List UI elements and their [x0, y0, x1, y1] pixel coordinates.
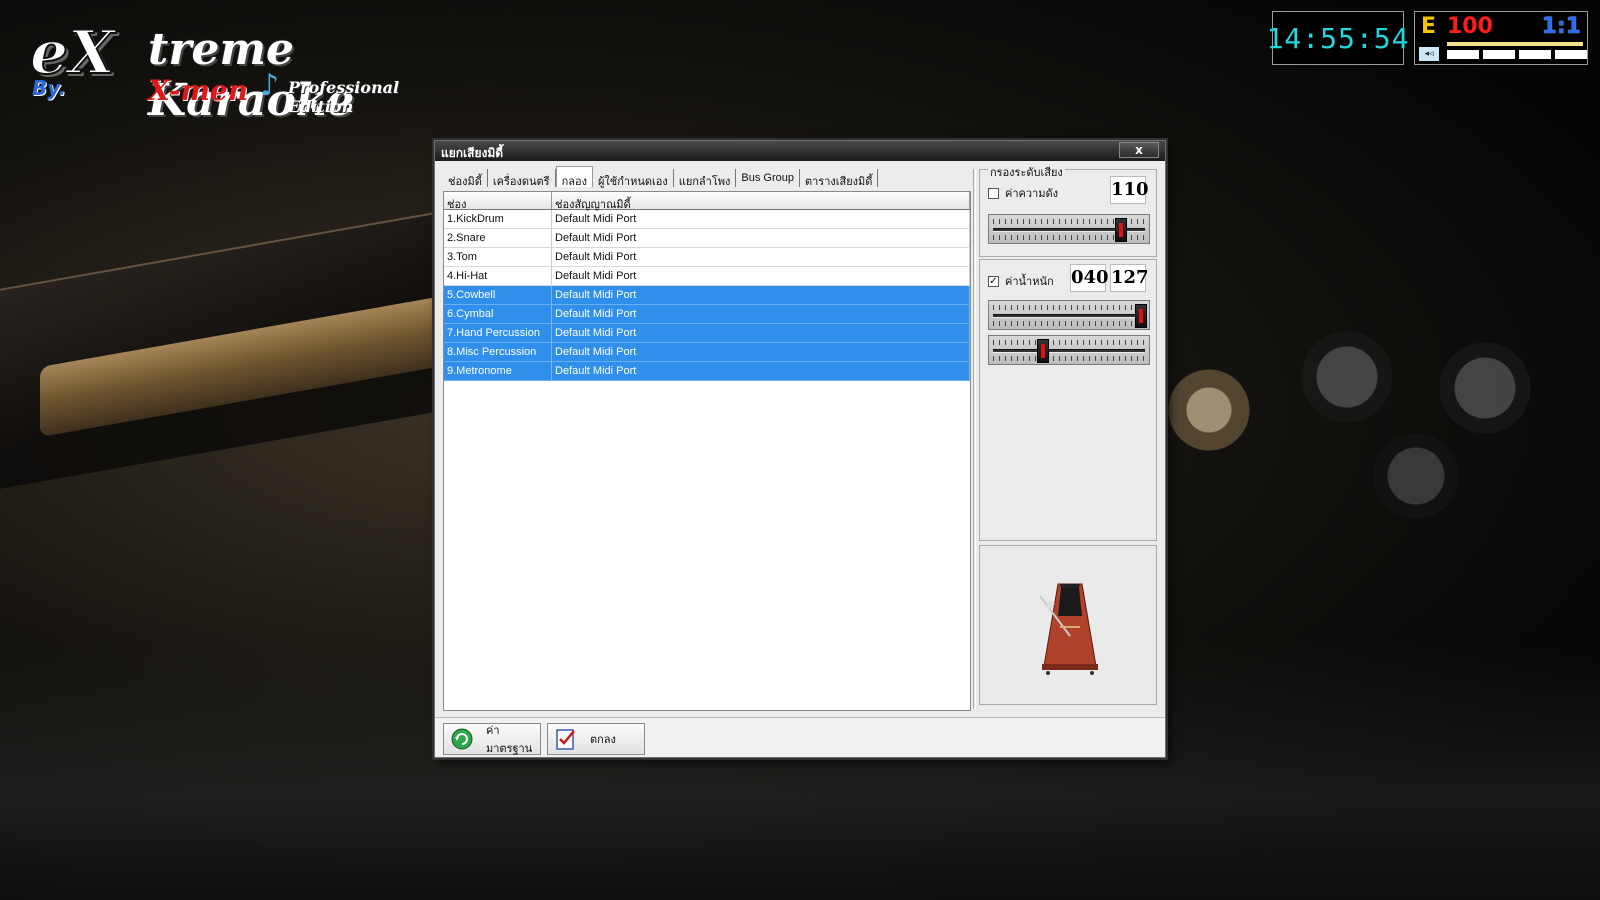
volume-label: ค่าความดัง: [1005, 188, 1059, 200]
table-row[interactable]: 9.Metronome Default Midi Port: [444, 362, 970, 381]
velocity-max-slider-thumb[interactable]: [1135, 304, 1147, 328]
row-port: Default Midi Port: [552, 267, 970, 285]
velocity-min-value: 040: [1070, 264, 1109, 292]
volume-slider-thumb[interactable]: [1115, 218, 1128, 242]
slider-ticks: [993, 305, 1145, 310]
status-segment: [1483, 50, 1515, 59]
row-channel: 9.Metronome: [444, 362, 552, 380]
table-row[interactable]: 2.Snare Default Midi Port: [444, 229, 970, 248]
ok-button-label: ตกลง: [590, 734, 616, 746]
velocity-label: ค่าน้ำหนัก: [1005, 276, 1054, 288]
table-row[interactable]: 5.Cowbell Default Midi Port: [444, 286, 970, 305]
table-row[interactable]: 7.Hand Percussion Default Midi Port: [444, 324, 970, 343]
velocity-checkbox-row[interactable]: ✓ ค่าน้ำหนัก: [988, 272, 1054, 290]
status-ratio: 1:1: [1541, 14, 1581, 39]
music-note-icon: ♪: [260, 68, 280, 103]
tab-instrument[interactable]: เครื่องดนตรี: [487, 169, 556, 188]
row-port: Default Midi Port: [552, 324, 970, 342]
row-channel: 2.Snare: [444, 229, 552, 247]
background-knobs: [1140, 300, 1600, 520]
logo-edition: Professional Edition: [288, 78, 400, 116]
panel-separator: [973, 169, 976, 709]
clock-display: 14:55:54: [1267, 11, 1408, 65]
ok-button[interactable]: ตกลง: [547, 723, 645, 755]
velocity-max-slider[interactable]: [988, 300, 1150, 330]
tab-speaker-split[interactable]: แยกลำโพง: [673, 169, 737, 188]
table-row[interactable]: 8.Misc Percussion Default Midi Port: [444, 343, 970, 362]
drum-channel-list[interactable]: ช่อง ช่องสัญญาณมิดี้ 1.KickDrum Default …: [443, 191, 971, 711]
filter-group-legend: กรองระดับเสียง: [988, 163, 1065, 181]
row-channel: 3.Tom: [444, 248, 552, 266]
volume-value: 110: [1110, 176, 1149, 204]
row-channel: 1.KickDrum: [444, 210, 552, 228]
status-segment: [1555, 50, 1587, 59]
dialog-titlebar[interactable]: แยกเสียงมิดี้ x: [435, 141, 1165, 161]
slider-ticks: [993, 356, 1145, 361]
close-icon: x: [1135, 143, 1143, 157]
list-header: ช่อง ช่องสัญญาณมิดี้: [444, 192, 970, 211]
row-port: Default Midi Port: [552, 210, 970, 228]
velocity-max-value: 127: [1110, 264, 1149, 292]
tab-drums[interactable]: กลอง: [555, 166, 593, 188]
close-button[interactable]: x: [1119, 142, 1159, 158]
status-panel: E 100 1:1 ◂◃: [1414, 11, 1588, 65]
velocity-min-slider[interactable]: [988, 335, 1150, 365]
tab-user-defined[interactable]: ผู้ใช้กำหนดเอง: [592, 169, 674, 188]
check-document-icon: [554, 727, 578, 751]
status-segments: [1447, 50, 1587, 59]
status-segment: [1519, 50, 1551, 59]
slider-track: [993, 314, 1145, 318]
row-channel: 6.Cymbal: [444, 305, 552, 323]
table-row[interactable]: 1.KickDrum Default Midi Port: [444, 210, 970, 229]
status-mode: E: [1421, 14, 1437, 39]
table-row[interactable]: 4.Hi-Hat Default Midi Port: [444, 267, 970, 286]
row-channel: 4.Hi-Hat: [444, 267, 552, 285]
table-row[interactable]: 6.Cymbal Default Midi Port: [444, 305, 970, 324]
table-row[interactable]: 3.Tom Default Midi Port: [444, 248, 970, 267]
tab-bar: ช่องมิดี้ เครื่องดนตรี กลอง ผู้ใช้กำหนดเ…: [443, 166, 879, 189]
row-port: Default Midi Port: [552, 229, 970, 247]
row-channel: 8.Misc Percussion: [444, 343, 552, 361]
slider-ticks: [993, 340, 1145, 345]
row-port: Default Midi Port: [552, 286, 970, 304]
volume-checkbox-row[interactable]: ค่าความดัง: [988, 184, 1058, 202]
slider-track: [993, 349, 1145, 353]
default-button-label: ค่ามาตรฐาน: [486, 725, 533, 755]
velocity-checkbox[interactable]: ✓: [988, 275, 999, 287]
tab-midi-channel[interactable]: ช่องมิดี้: [443, 169, 488, 188]
velocity-filter-group: ✓ ค่าน้ำหนัก 040 127: [979, 259, 1157, 541]
volume-slider[interactable]: [988, 214, 1150, 244]
column-header-channel[interactable]: ช่อง: [444, 192, 552, 211]
speaker-icon: ◂◃: [1419, 47, 1439, 61]
logo-xmen: X-men: [148, 74, 249, 107]
status-count: 100: [1447, 14, 1493, 39]
midi-split-dialog: แยกเสียงมิดี้ x ช่องมิดี้ เครื่องดนตรี ก…: [434, 140, 1166, 758]
velocity-min-slider-thumb[interactable]: [1037, 339, 1050, 363]
row-port: Default Midi Port: [552, 343, 970, 361]
slider-ticks: [993, 321, 1145, 326]
status-progress-bar: [1447, 42, 1583, 46]
app-logo: eX treme Karaoke By. X-men ♪ Professiona…: [29, 17, 450, 126]
metronome-icon: [1039, 583, 1098, 675]
row-port: Default Midi Port: [552, 362, 970, 380]
dialog-button-bar: ค่ามาตรฐาน ตกลง: [435, 717, 1165, 757]
tab-midi-table[interactable]: ตารางเสียงมิดี้: [799, 169, 879, 188]
row-port: Default Midi Port: [552, 248, 970, 266]
row-channel: 7.Hand Percussion: [444, 324, 552, 342]
default-button[interactable]: ค่ามาตรฐาน: [443, 723, 541, 755]
row-port: Default Midi Port: [552, 305, 970, 323]
volume-filter-group: กรองระดับเสียง ค่าความดัง 110: [979, 163, 1157, 257]
column-header-midi-port[interactable]: ช่องสัญญาณมิดี้: [552, 192, 970, 211]
volume-checkbox[interactable]: [988, 187, 999, 199]
tab-bus-group[interactable]: Bus Group: [736, 169, 800, 187]
status-segment: [1447, 50, 1479, 59]
logo-by: By.: [32, 76, 67, 100]
row-channel: 5.Cowbell: [444, 286, 552, 304]
reset-icon: [450, 727, 474, 751]
dialog-title: แยกเสียงมิดี้: [441, 146, 504, 160]
instrument-image-panel: [979, 545, 1157, 705]
